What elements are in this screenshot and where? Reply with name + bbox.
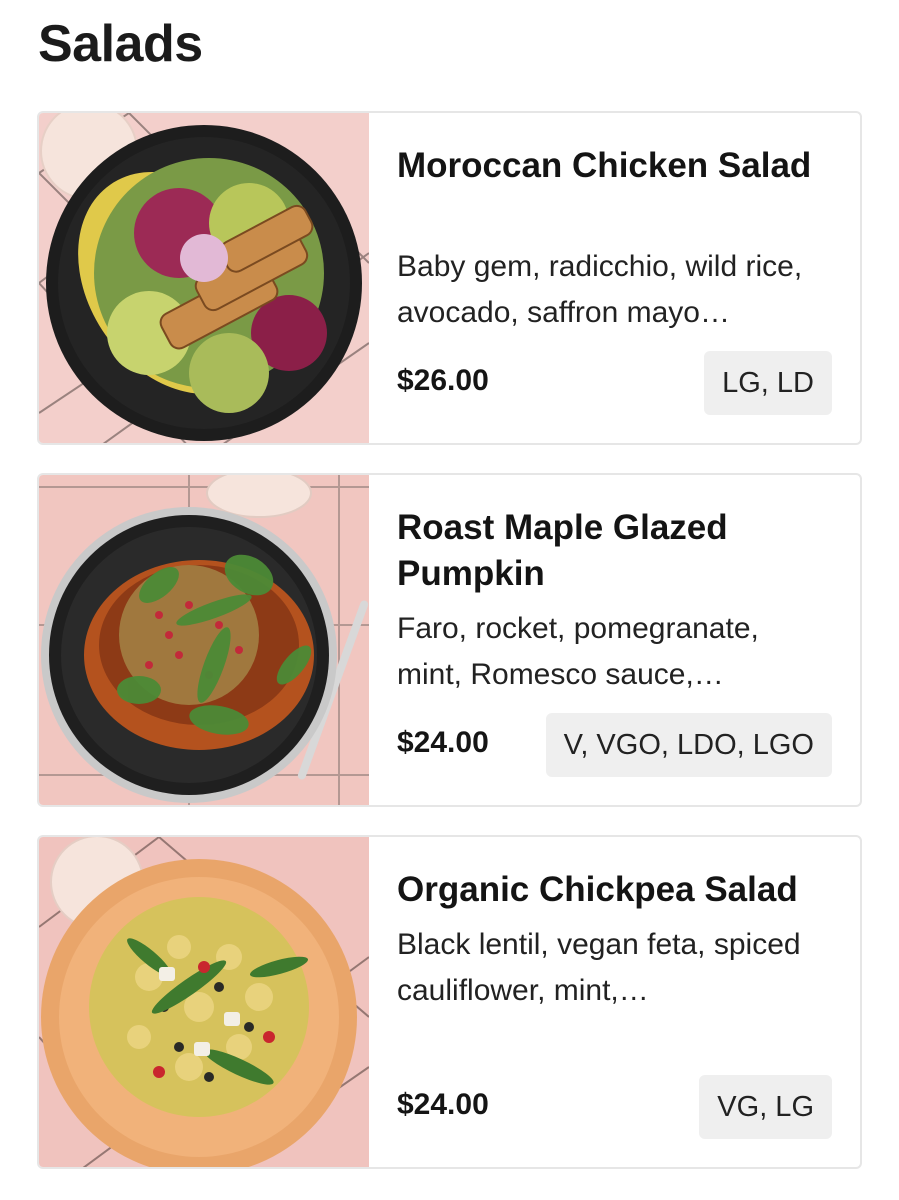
dish-photo (39, 475, 369, 805)
dish-photo (39, 113, 369, 443)
dietary-tags-badge: LG, LD (704, 351, 832, 415)
item-name: Roast Maple Glazed Pumpkin (397, 508, 728, 593)
item-description: Faro, rocket, pomegranate, mint, Romesco… (397, 612, 759, 691)
item-name: Moroccan Chicken Salad (397, 146, 812, 185)
item-price: $26.00 (397, 364, 489, 397)
menu-item-card[interactable]: Moroccan Chicken Salad Baby gem, radicch… (37, 111, 862, 445)
item-price: $24.00 (397, 726, 489, 759)
dietary-tags-badge: VG, LG (699, 1075, 832, 1139)
menu-item-card[interactable]: Roast Maple Glazed Pumpkin Faro, rocket,… (37, 473, 862, 807)
item-name: Organic Chickpea Salad (397, 870, 798, 909)
dish-photo (39, 837, 369, 1167)
item-price: $24.00 (397, 1088, 489, 1121)
item-description: Black lentil, vegan feta, spiced caulifl… (397, 928, 801, 1007)
item-description: Baby gem, radicchio, wild rice, avocado,… (397, 250, 803, 329)
dietary-tags-badge: V, VGO, LDO, LGO (545, 713, 832, 777)
menu-item-card[interactable]: Organic Chickpea Salad Black lentil, veg… (37, 835, 862, 1169)
section-title: Salads (38, 15, 203, 73)
